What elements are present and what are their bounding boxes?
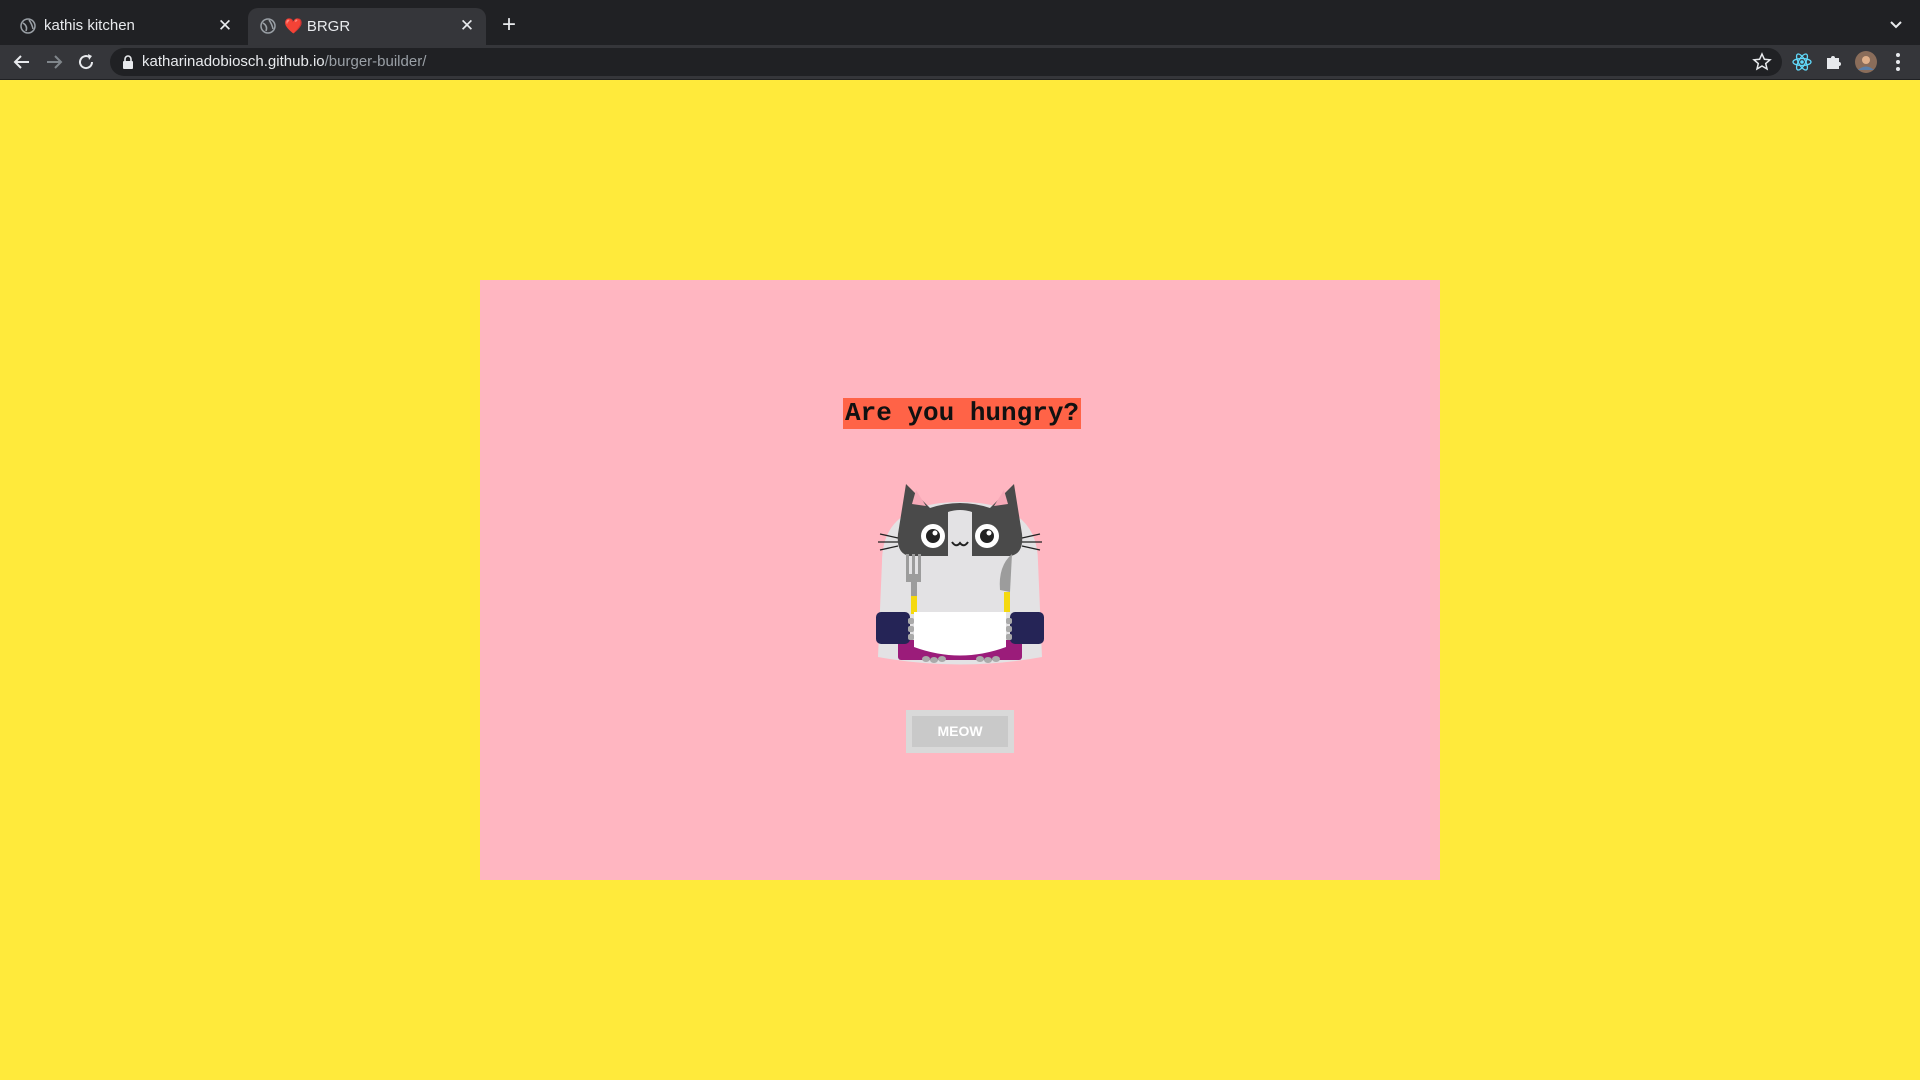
profile-avatar[interactable] xyxy=(1854,50,1878,74)
globe-icon xyxy=(20,18,36,34)
lock-icon xyxy=(123,55,133,69)
tab-title: kathis kitchen xyxy=(44,17,135,34)
tab-search-icon[interactable] xyxy=(1886,14,1906,34)
tab-strip: kathis kitchen ✕ ❤️ BRGR ✕ + xyxy=(0,0,1920,45)
star-icon[interactable] xyxy=(1752,52,1772,72)
forward-icon[interactable] xyxy=(42,50,66,74)
url-text: katharinadobiosch.github.io/burger-build… xyxy=(142,53,426,70)
url-host: katharinadobiosch.github.io xyxy=(142,53,325,70)
meow-button[interactable]: MEOW xyxy=(906,710,1014,753)
hungry-cat-illustration xyxy=(876,484,1044,665)
new-tab-icon[interactable]: + xyxy=(496,12,522,38)
reload-icon[interactable] xyxy=(74,50,98,74)
puzzle-icon[interactable] xyxy=(1822,50,1846,74)
page-title: Are you hungry? xyxy=(843,398,1082,429)
hungry-card: Are you hungry? MEOW xyxy=(480,280,1440,880)
page-background: Are you hungry? MEOW xyxy=(0,80,1920,1080)
url-path: /burger-builder/ xyxy=(324,53,427,70)
address-bar[interactable]: katharinadobiosch.github.io/burger-build… xyxy=(110,48,1782,76)
close-tab-icon[interactable]: ✕ xyxy=(458,17,476,35)
tab-brgr[interactable]: ❤️ BRGR ✕ xyxy=(248,8,486,45)
kebab-menu-icon[interactable] xyxy=(1886,50,1910,74)
browser-toolbar: katharinadobiosch.github.io/burger-build… xyxy=(0,45,1920,79)
tab-kathis-kitchen[interactable]: kathis kitchen ✕ xyxy=(8,8,244,45)
close-tab-icon[interactable]: ✕ xyxy=(216,17,234,35)
react-devtools-icon[interactable] xyxy=(1790,50,1814,74)
back-icon[interactable] xyxy=(10,50,34,74)
tab-title: ❤️ BRGR xyxy=(284,18,351,35)
globe-icon xyxy=(260,18,276,34)
